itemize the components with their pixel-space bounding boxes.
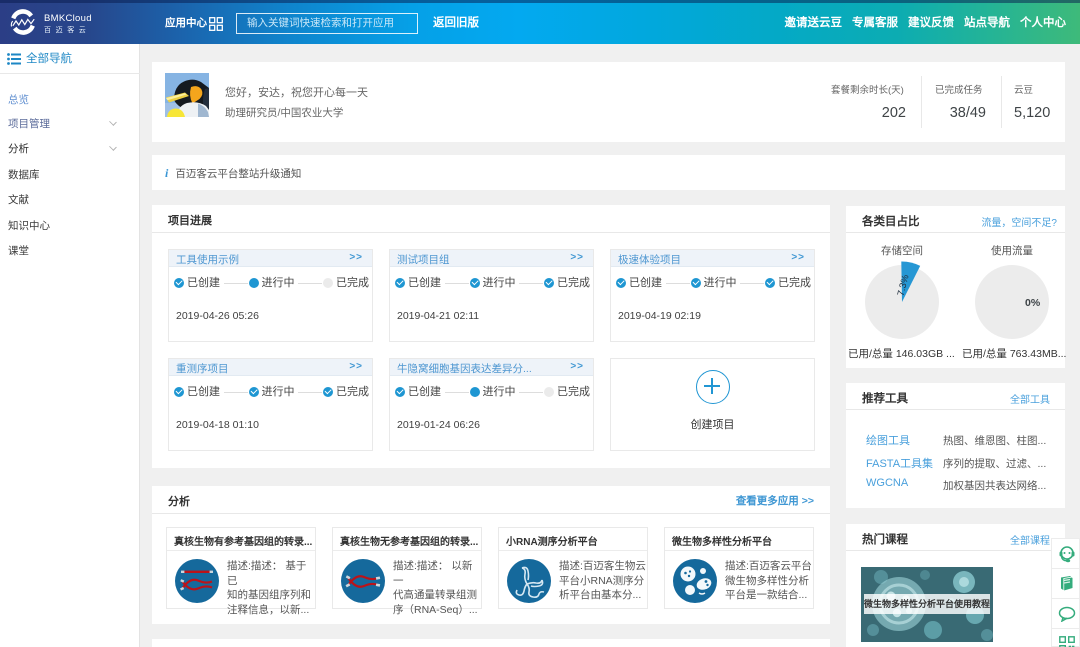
svg-text:0%: 0% [1025, 297, 1041, 309]
